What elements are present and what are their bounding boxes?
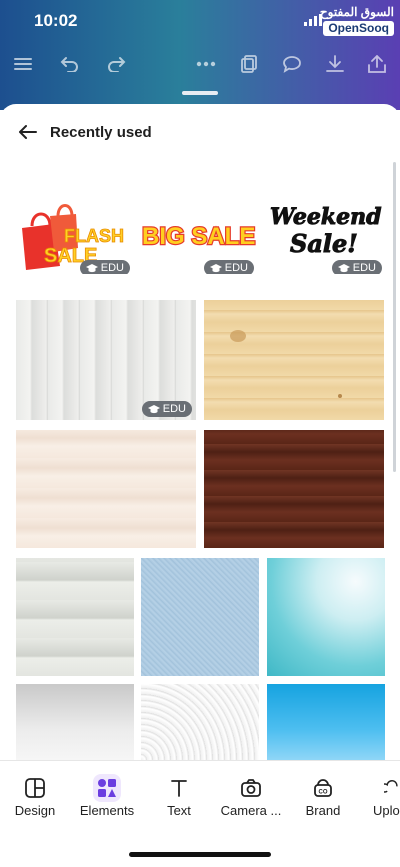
comment-icon[interactable]	[278, 50, 306, 78]
editor-toolbar	[0, 50, 400, 78]
light-wood-texture[interactable]	[16, 430, 196, 548]
brand-icon: CO	[314, 779, 332, 797]
graduation-cap-icon	[147, 404, 160, 413]
share-icon[interactable]	[363, 50, 391, 78]
more-icon[interactable]	[192, 50, 220, 78]
status-time: 10:02	[34, 11, 78, 30]
nav-elements[interactable]: Elements	[72, 773, 142, 818]
watermark-arabic: السوق المفتوح	[319, 5, 394, 19]
redo-icon[interactable]	[102, 50, 130, 78]
undo-icon[interactable]	[56, 50, 84, 78]
edu-badge: EDU	[79, 260, 130, 274]
weekend-sale-sticker[interactable]: Weekend Sale! EDU	[266, 198, 386, 274]
nav-brand[interactable]: CO Brand	[288, 773, 358, 818]
bottom-navigation: Design Elements Text Camera ... CO Brand…	[0, 760, 400, 867]
drag-handle[interactable]	[182, 91, 218, 95]
svg-text:CO: CO	[319, 790, 328, 796]
big-sale-sticker[interactable]: BIG SALE EDU	[140, 210, 260, 274]
blue-fabric-texture[interactable]	[141, 558, 259, 676]
gray-gradient-background[interactable]	[16, 684, 134, 760]
pine-wood-texture[interactable]	[204, 300, 384, 420]
edu-badge: EDU	[141, 401, 192, 417]
svg-text:Sale!: Sale!	[290, 229, 358, 258]
menu-icon[interactable]	[9, 50, 37, 78]
page-title: Recently used	[50, 124, 152, 141]
edu-label: EDU	[100, 262, 124, 274]
text-icon	[171, 780, 187, 797]
pages-icon[interactable]	[235, 50, 263, 78]
edu-label: EDU	[352, 262, 376, 274]
nav-label: Camera ...	[220, 803, 282, 818]
nav-label: Brand	[305, 803, 341, 818]
whitewash-planks-texture[interactable]	[16, 558, 134, 676]
edu-label: EDU	[162, 403, 186, 415]
back-arrow-icon[interactable]	[16, 120, 40, 144]
design-icon	[25, 778, 45, 798]
turquoise-watercolor-texture[interactable]	[267, 558, 385, 676]
scrollbar[interactable]	[393, 162, 396, 472]
nav-label: Design	[14, 803, 56, 818]
nav-text[interactable]: Text	[144, 773, 214, 818]
watermark-brand: OpenSooq	[323, 21, 394, 36]
dark-wood-texture[interactable]	[204, 430, 384, 548]
white-wave-pattern[interactable]	[141, 684, 259, 760]
svg-text:FLASH: FLASH	[64, 226, 124, 246]
panel-header: Recently used	[0, 104, 400, 160]
home-indicator	[129, 852, 271, 857]
edu-badge: EDU	[331, 260, 382, 274]
graduation-cap-icon	[337, 263, 350, 272]
upload-icon	[384, 780, 398, 793]
edu-badge: EDU	[203, 260, 254, 274]
download-icon[interactable]	[321, 50, 349, 78]
nav-label: Text	[167, 803, 191, 818]
edu-label: EDU	[224, 262, 248, 274]
graduation-cap-icon	[209, 263, 222, 272]
nav-upload[interactable]: Uplo	[360, 773, 400, 818]
camera-icon	[241, 779, 261, 797]
nav-design[interactable]: Design	[0, 773, 70, 818]
nav-label: Uplo	[373, 803, 400, 818]
elements-icon	[98, 779, 116, 797]
graduation-cap-icon	[85, 263, 98, 272]
white-wood-texture[interactable]: EDU	[16, 300, 196, 420]
svg-text:BIG SALE: BIG SALE	[142, 223, 255, 250]
opensooq-watermark: السوق المفتوح OpenSooq	[308, 6, 394, 40]
svg-text:Weekend: Weekend	[270, 204, 382, 230]
blue-gradient-background[interactable]	[267, 684, 385, 760]
nav-label: Elements	[79, 803, 135, 818]
flash-sale-sticker[interactable]: FLASH SALE EDU	[14, 196, 132, 274]
nav-camera[interactable]: Camera ...	[216, 773, 286, 818]
